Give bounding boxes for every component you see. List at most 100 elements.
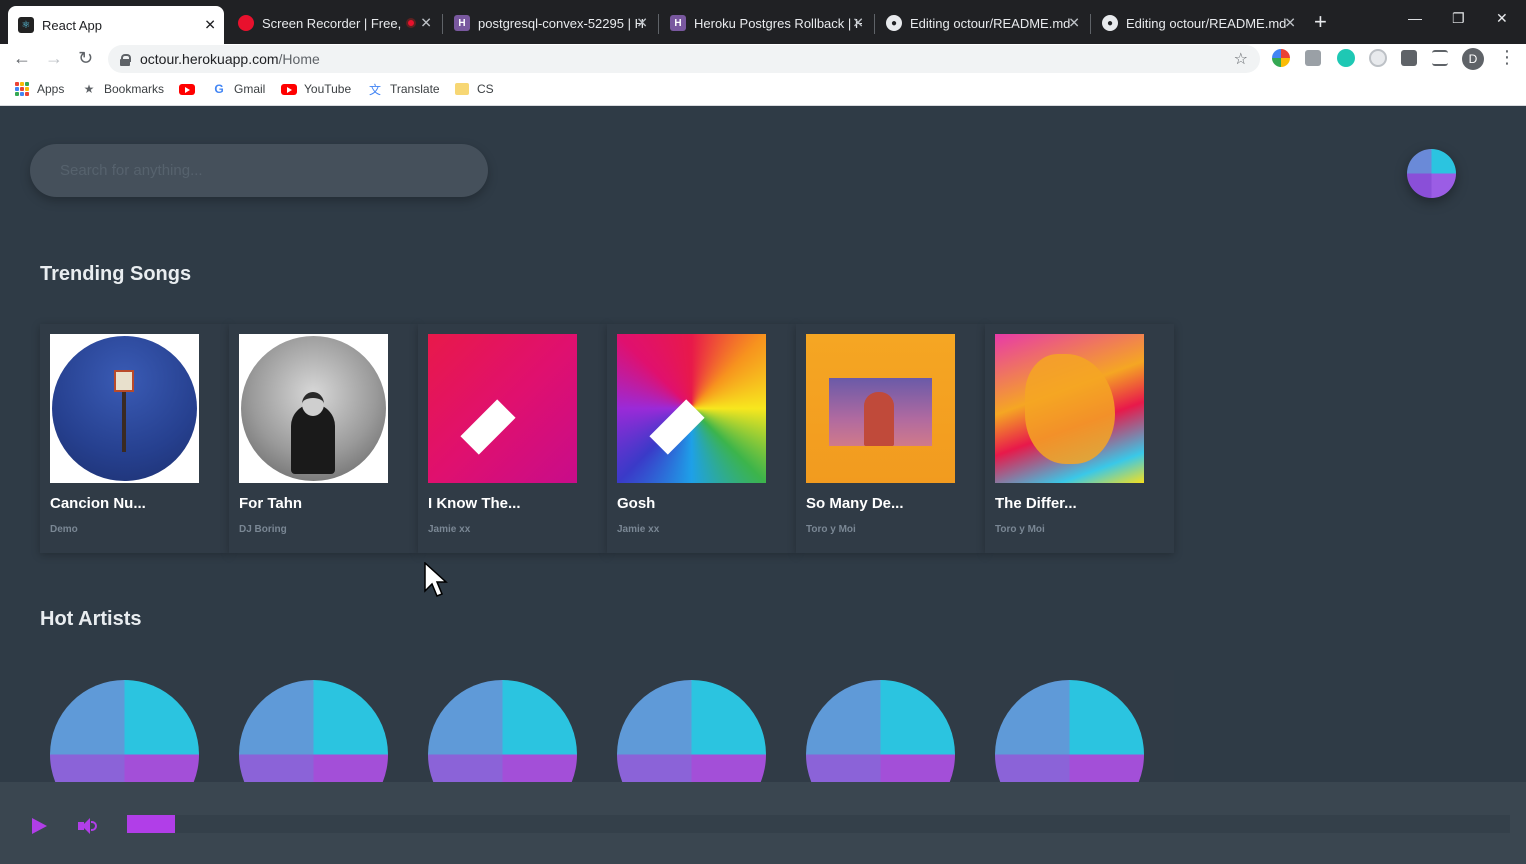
github-icon: ● [886, 15, 902, 31]
extension-gray-icon[interactable] [1305, 50, 1321, 66]
github-icon: ● [1102, 15, 1118, 31]
bookmark-apps[interactable]: Apps [14, 81, 64, 97]
folder-icon [454, 81, 470, 97]
artist-card[interactable] [985, 670, 1174, 782]
youtube-icon [179, 81, 195, 97]
close-tab-icon[interactable]: ✕ [1284, 15, 1296, 32]
new-tab-icon[interactable]: + [1314, 11, 1327, 33]
song-title: Gosh [617, 495, 656, 512]
restore-icon[interactable]: ❐ [1452, 10, 1465, 27]
tab-react-app[interactable]: ⚛ React App ✕ [8, 6, 224, 44]
bookmark-youtube[interactable]: YouTube [281, 81, 351, 97]
song-card[interactable]: So Many De... Toro y Moi [796, 324, 985, 553]
star-icon: ★ [83, 82, 95, 96]
song-card[interactable]: The Differ... Toro y Moi [985, 324, 1174, 553]
song-card[interactable]: I Know The... Jamie xx [418, 324, 607, 553]
minimize-icon[interactable]: — [1408, 10, 1422, 26]
back-icon[interactable]: ← [13, 48, 31, 68]
song-card[interactable]: Cancion Nu... Demo [40, 324, 229, 553]
song-artist: Toro y Moi [806, 524, 856, 535]
artist-avatar [50, 680, 199, 782]
artist-card[interactable] [607, 670, 796, 782]
album-cover [617, 334, 766, 483]
artist-card[interactable] [418, 670, 607, 782]
reload-icon[interactable]: ↻ [78, 48, 93, 68]
close-tab-icon[interactable]: ✕ [204, 17, 216, 34]
song-artist: DJ Boring [239, 524, 287, 535]
song-title: I Know The... [428, 495, 521, 512]
extension-color-icon[interactable] [1272, 49, 1290, 67]
song-title: For Tahn [239, 495, 303, 512]
bookmark-youtube-icon-only[interactable] [179, 81, 202, 97]
trending-songs-row: Cancion Nu... Demo For Tahn DJ Boring I … [40, 324, 1174, 553]
hot-artists-row [40, 670, 1174, 782]
extension-m-icon[interactable] [1337, 49, 1355, 67]
bookmark-star-icon[interactable]: ☆ [1234, 49, 1248, 69]
artist-avatar [428, 680, 577, 782]
extensions-puzzle-icon[interactable] [1401, 50, 1417, 66]
media-control-icon[interactable] [1432, 50, 1448, 66]
artist-avatar [239, 680, 388, 782]
album-cover [428, 334, 577, 483]
browser-tab-bar: ⚛ React App ✕ Screen Recorder | Free, P … [0, 0, 1526, 44]
react-icon: ⚛ [18, 17, 34, 33]
song-artist: Jamie xx [617, 524, 660, 535]
song-card[interactable]: For Tahn DJ Boring [229, 324, 418, 553]
search-input[interactable] [30, 144, 488, 197]
close-tab-icon[interactable]: ✕ [636, 15, 648, 32]
more-menu-icon[interactable]: ⋮ [1498, 47, 1516, 68]
song-artist: Toro y Moi [995, 524, 1045, 535]
google-icon: G [214, 82, 224, 96]
artist-avatar [995, 680, 1144, 782]
user-avatar[interactable] [1407, 149, 1456, 198]
close-tab-icon[interactable]: ✕ [1068, 15, 1080, 32]
progress-bar[interactable] [127, 815, 1510, 833]
bookmark-translate[interactable]: 文 Translate [367, 81, 440, 97]
song-title: The Differ... [995, 495, 1077, 512]
tab-postgresql[interactable]: H postgresql-convex-52295 | H ✕ [444, 6, 656, 40]
tab-editing-readme-2[interactable]: ● Editing octour/README.md ✕ [1092, 6, 1304, 40]
artist-card[interactable] [796, 670, 985, 782]
apps-grid-icon [14, 81, 30, 97]
heroku-icon: H [670, 15, 686, 31]
hot-artists-title: Hot Artists [40, 608, 142, 630]
bookmark-gmail[interactable]: G Gmail [211, 81, 265, 97]
artist-card[interactable] [40, 670, 229, 782]
tab-screen-recorder[interactable]: Screen Recorder | Free, P ✕ [228, 6, 440, 40]
artist-avatar [617, 680, 766, 782]
bookmark-bookmarks[interactable]: ★ Bookmarks [81, 81, 164, 97]
volume-icon[interactable] [78, 818, 98, 834]
record-icon [238, 15, 254, 31]
song-title: Cancion Nu... [50, 495, 146, 512]
close-tab-icon[interactable]: ✕ [852, 15, 864, 32]
heroku-icon: H [454, 15, 470, 31]
artist-card[interactable] [229, 670, 418, 782]
extension-clock-icon[interactable] [1369, 49, 1387, 67]
recording-indicator-icon [406, 18, 416, 28]
lock-icon [120, 53, 131, 66]
forward-icon[interactable]: → [45, 48, 63, 68]
song-artist: Demo [50, 524, 78, 535]
browser-toolbar: ← → ↻ octour.herokuapp.com/Home ☆ D ⋮ [0, 44, 1526, 74]
close-tab-icon[interactable]: ✕ [420, 15, 432, 32]
tab-heroku-rollback[interactable]: H Heroku Postgres Rollback | H ✕ [660, 6, 872, 40]
album-cover [806, 334, 955, 483]
artist-avatar [806, 680, 955, 782]
youtube-icon [281, 81, 297, 97]
bookmarks-bar: Apps ★ Bookmarks G Gmail YouTube 文 Trans… [0, 74, 1526, 106]
profile-avatar[interactable]: D [1462, 48, 1484, 70]
translate-icon: 文 [368, 82, 381, 97]
music-app: Trending Songs Cancion Nu... Demo For Ta… [0, 107, 1526, 782]
progress-fill [127, 815, 176, 833]
song-title: So Many De... [806, 495, 904, 512]
bookmark-cs-folder[interactable]: CS [454, 81, 494, 97]
tab-editing-readme-1[interactable]: ● Editing octour/README.md ✕ [876, 6, 1088, 40]
mouse-cursor-icon [424, 562, 448, 597]
address-bar[interactable]: octour.herokuapp.com/Home ☆ [108, 45, 1260, 73]
album-cover [239, 334, 388, 483]
close-window-icon[interactable]: ✕ [1496, 10, 1508, 27]
play-icon[interactable] [32, 818, 47, 834]
song-card[interactable]: Gosh Jamie xx [607, 324, 796, 553]
audio-player [0, 782, 1526, 864]
album-cover [995, 334, 1144, 483]
